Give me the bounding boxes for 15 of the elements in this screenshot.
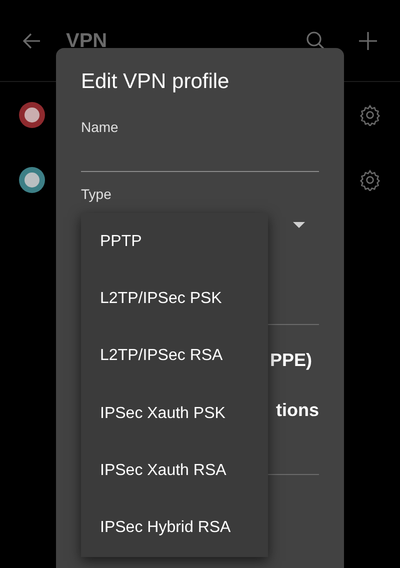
field-label: Type [81,185,112,204]
field-label: Name [81,118,120,137]
option-label: tions [276,398,319,422]
settings-icon[interactable] [359,168,381,190]
menu-item[interactable]: IPSec Xauth PSK [81,384,268,442]
menu-item[interactable]: L2TP/IPSec RSA [81,328,268,385]
dropdown-caret-icon[interactable] [293,222,305,228]
dialog-title: Edit VPN profile [81,69,230,95]
menu-item[interactable]: IPSec Hybrid RSA [81,500,268,557]
settings-icon[interactable] [359,104,381,126]
menu-item[interactable]: PPTP [81,213,268,270]
screen-title: VPN [66,28,108,54]
menu-item[interactable]: L2TP/IPSec PSK [81,270,268,328]
option-label: PPE) [270,348,312,372]
menu-item[interactable]: IPSec Xauth RSA [81,442,268,500]
